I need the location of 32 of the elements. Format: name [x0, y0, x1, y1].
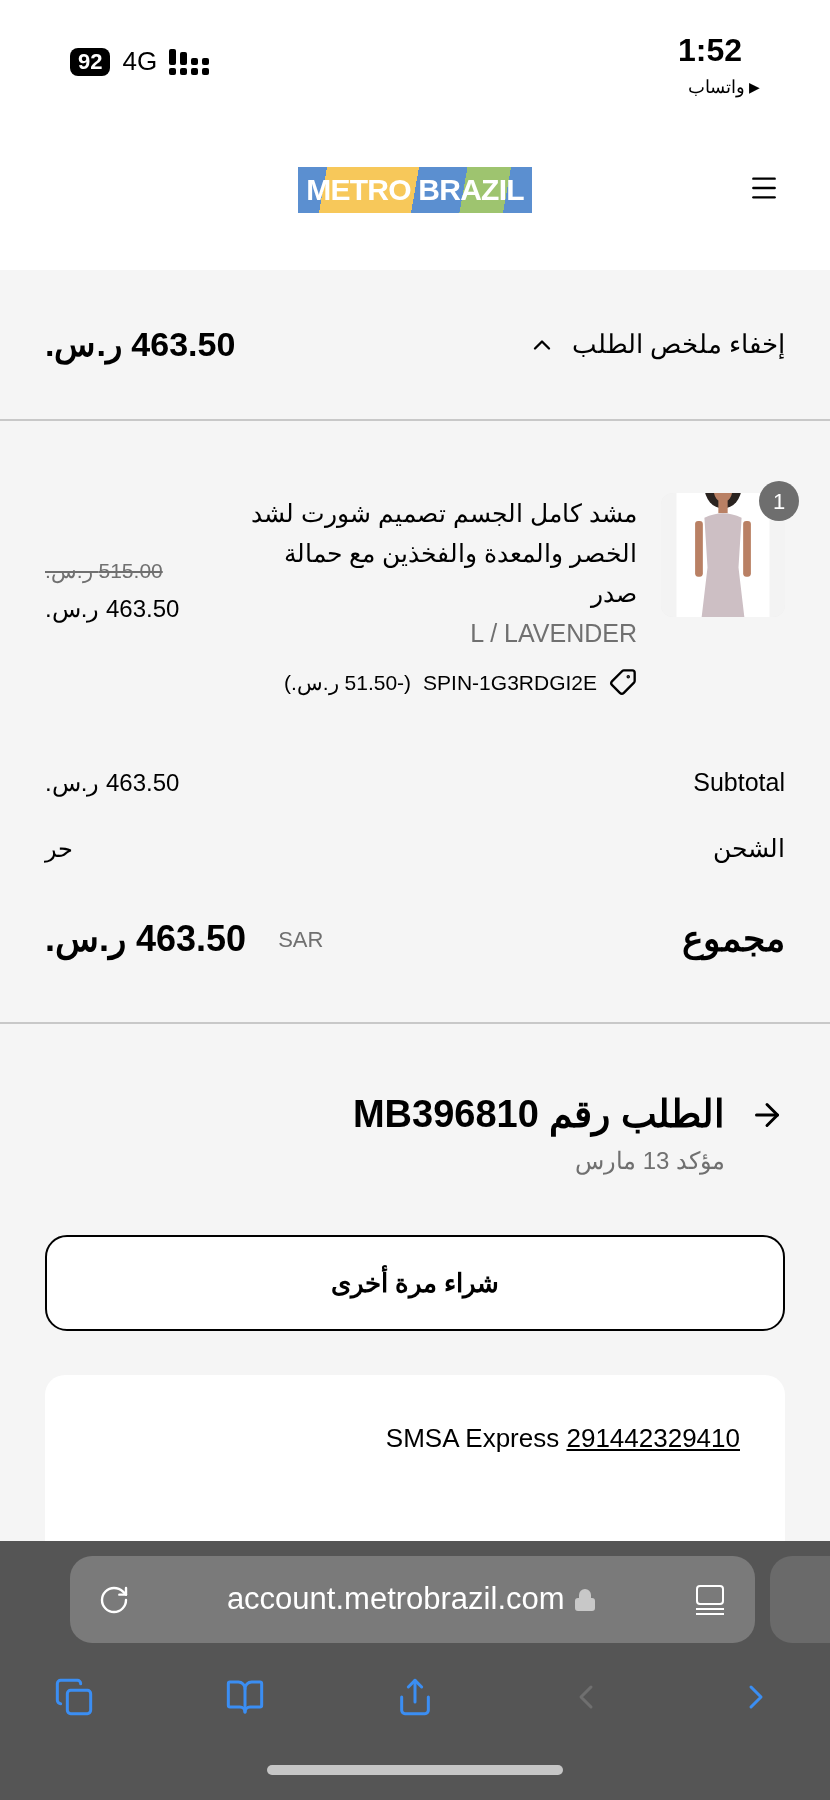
back-arrow: ▶	[749, 78, 760, 97]
product-title: مشد كامل الجسم تصميم شورت لشد الخصر والمعدة والفخذين مع حمالة صدر	[250, 498, 637, 610]
summary-total: 463.50 ر.س.	[45, 324, 236, 367]
discount-amount: (-51.50 ر.س.)	[284, 669, 412, 698]
total-value: 463.50 ر.س.	[45, 768, 180, 799]
order-status: مؤكد 13 مارس	[573, 1146, 725, 1177]
total-label: Subtotal	[693, 767, 785, 799]
quantity-badge: 1	[759, 481, 799, 521]
back-to-app-link[interactable]: واتساب ▶	[688, 74, 760, 101]
buy-again-button[interactable]: شراء مرة أخرى	[45, 1235, 785, 1331]
tag-icon	[609, 668, 637, 697]
network-type: 4G	[122, 45, 158, 78]
original-price: 515.00 ر.س.	[45, 558, 163, 586]
order-title: الطلب رقم MB396810	[352, 1092, 725, 1139]
address-bar[interactable]: account.metrobrazil.com	[70, 1556, 756, 1643]
grand-total-label: مجموع	[682, 917, 785, 963]
product-variant: L / LAVENDER	[469, 618, 637, 649]
tracking-link[interactable]: 291442329410	[566, 1423, 740, 1453]
signal-icon	[169, 48, 212, 75]
grand-total-value: 463.50 ر.س.	[45, 917, 247, 963]
total-value: حر	[45, 834, 73, 865]
battery-indicator: 92	[70, 47, 111, 76]
url-text: account.metrobrazil.com	[226, 1580, 565, 1619]
discount-code: SPIN-1G3RDGI2E	[423, 669, 597, 696]
lock-icon	[572, 1587, 597, 1612]
clock: 1:52	[677, 31, 743, 70]
tabs-icon	[54, 1677, 94, 1717]
currency-code: SAR	[278, 925, 324, 954]
price: 463.50 ر.س.	[45, 593, 180, 625]
tracking-info: SMSA Express 291442329410	[385, 1422, 740, 1455]
summary-toggle[interactable]: إخفاء ملخص الطلب 463.50 ر.س.	[0, 270, 830, 421]
total-label: الشحن	[713, 833, 785, 865]
